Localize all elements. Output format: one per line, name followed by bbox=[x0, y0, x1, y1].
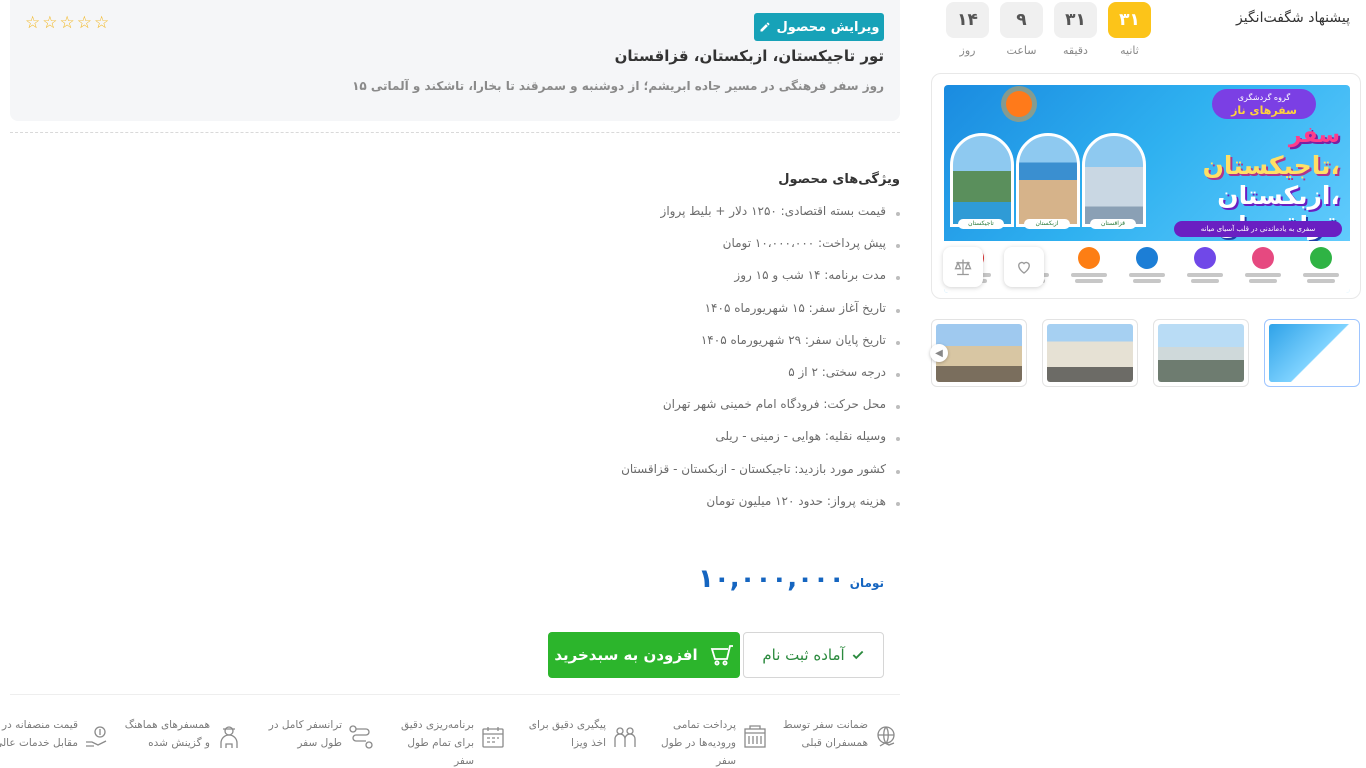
product-gallery: گروه گردشگری سفرهای ناز تاجیکستان ازبکست… bbox=[931, 73, 1361, 299]
feature-item: کشور مورد بازدید: تاجیکستان - ازبکستان -… bbox=[420, 462, 900, 494]
agency-badge: گروه گردشگری سفرهای ناز bbox=[1212, 89, 1316, 119]
service-highlights: ضمانت سفر توسط همسفران قبلی پرداخت تمامی… bbox=[0, 712, 910, 768]
service-text: ضمانت سفر توسط همسفران قبلی bbox=[782, 719, 868, 749]
passport-icon bbox=[614, 727, 636, 747]
banner-feature bbox=[1127, 247, 1167, 283]
banner-line: تاجیکستان، bbox=[1202, 151, 1340, 180]
thumbnail[interactable] bbox=[1153, 319, 1249, 387]
service-text: پیگیری دقیق برای اخذ ویزا bbox=[528, 719, 606, 749]
agency-badge-name: سفرهای ناز bbox=[1231, 104, 1297, 117]
feature-item: مدت برنامه: ۱۴ شب و ۱۵ روز bbox=[420, 268, 900, 300]
wishlist-button[interactable] bbox=[1004, 247, 1044, 287]
countdown-timer: ۱۴ روز ۹ ساعت ۳۱ دقیقه ۳۱ ثانیه bbox=[946, 2, 1151, 57]
thumbnail-strip bbox=[931, 319, 1361, 387]
handshake-globe-icon bbox=[877, 726, 895, 747]
feature-item: وسیله نقلیه: هوایی - زمینی - ریلی bbox=[420, 429, 900, 461]
cart-icon bbox=[710, 645, 733, 666]
feature-item: محل حرکت: فرودگاه امام خمینی شهر تهران bbox=[420, 397, 900, 429]
countdown-seconds-value: ۳۱ bbox=[1108, 2, 1151, 38]
scale-icon bbox=[954, 259, 972, 276]
feature-item: تاریخ آغاز سفر: ۱۵ شهریورماه ۱۴۰۵ bbox=[420, 301, 900, 333]
service-text: همسفرهای هماهنگ و گزینش شده bbox=[124, 719, 210, 749]
banner-line: ازبکستان، bbox=[1217, 181, 1340, 210]
countdown-days-value: ۱۴ bbox=[946, 2, 989, 38]
sun-graphic bbox=[1006, 91, 1032, 117]
countdown-minutes: ۳۱ دقیقه bbox=[1054, 2, 1097, 57]
banner-feature bbox=[1243, 247, 1283, 283]
banner-tag: قزاقستان bbox=[1090, 219, 1136, 229]
price-amount: ۱۰,۰۰۰,۰۰۰ bbox=[697, 564, 845, 594]
service-text: برنامه‌ریزی دقیق برای تمام طول سفر bbox=[400, 719, 474, 767]
heart-icon bbox=[1018, 261, 1030, 274]
feature-item: درجه سختی: ۲ از ۵ bbox=[420, 365, 900, 397]
chevron-left-icon[interactable]: ◀ bbox=[930, 344, 948, 362]
check-icon bbox=[852, 650, 863, 660]
feature-item: پیش پرداخت: ۱۰،۰۰۰،۰۰۰ تومان bbox=[420, 236, 900, 268]
banner-feature bbox=[1069, 247, 1109, 283]
service-item: برنامه‌ریزی دقیق برای تمام طول سفر bbox=[388, 712, 506, 768]
service-item: ضمانت سفر توسط همسفران قبلی bbox=[782, 712, 900, 768]
add-to-cart-button[interactable]: افزودن به سبدخرید bbox=[548, 632, 740, 678]
service-text: ترانسفر کامل در طول سفر bbox=[268, 719, 342, 749]
traveler-icon bbox=[220, 726, 238, 748]
building-icon bbox=[744, 725, 766, 748]
add-to-cart-label: افزودن به سبدخرید bbox=[554, 646, 698, 664]
thumbnail[interactable] bbox=[1042, 319, 1138, 387]
ready-register-button[interactable]: آماده ثبت نام bbox=[743, 632, 884, 678]
countdown-seconds-label: ثانیه bbox=[1120, 44, 1139, 57]
divider bbox=[10, 694, 900, 695]
edit-product-button[interactable]: ویرایش محصول bbox=[754, 13, 884, 41]
compare-button[interactable] bbox=[943, 247, 983, 287]
countdown-hours-label: ساعت bbox=[1006, 44, 1037, 57]
landscape-photo bbox=[950, 133, 1014, 227]
banner-ribbon: سفری به یادماندنی در قلب آسیای میانه bbox=[1174, 221, 1342, 237]
countdown-seconds: ۳۱ ثانیه bbox=[1108, 2, 1151, 57]
countdown-hours: ۹ ساعت bbox=[1000, 2, 1043, 57]
countdown-minutes-value: ۳۱ bbox=[1054, 2, 1097, 38]
banner-line: سفر bbox=[1288, 123, 1340, 148]
countdown-hours-value: ۹ bbox=[1000, 2, 1043, 38]
service-text: پرداخت تمامی ورودیه‌ها در طول سفر bbox=[660, 719, 736, 767]
service-item: قیمت منصفانه در مقابل خدمات عالی bbox=[0, 712, 110, 768]
price-hand-icon bbox=[86, 726, 107, 747]
product-price: تومان ۱۰,۰۰۰,۰۰۰ bbox=[600, 564, 884, 594]
banner-tag: ازبکستان bbox=[1024, 219, 1070, 229]
service-item: پیگیری دقیق برای اخذ ویزا bbox=[520, 712, 638, 768]
tower-photo bbox=[1082, 133, 1146, 227]
banner-tag: تاجیکستان bbox=[958, 219, 1004, 229]
countdown-days-label: روز bbox=[959, 44, 976, 57]
feature-item: قیمت بسته اقتصادی: ۱۲۵۰ دلار + بلیط پروا… bbox=[420, 204, 900, 236]
thumbnail-active[interactable] bbox=[1264, 319, 1360, 387]
features-title: ویژگی‌های محصول bbox=[778, 172, 900, 187]
feature-item: تاریخ پایان سفر: ۲۹ شهریورماه ۱۴۰۵ bbox=[420, 333, 900, 365]
service-item: پرداخت تمامی ورودیه‌ها در طول سفر bbox=[650, 712, 768, 768]
countdown-days: ۱۴ روز bbox=[946, 2, 989, 57]
agency-badge-small: گروه گردشگری bbox=[1237, 93, 1291, 102]
service-item: همسفرهای هماهنگ و گزینش شده bbox=[124, 712, 242, 768]
price-currency: تومان bbox=[849, 576, 884, 590]
product-subtitle: ۱۵ روز سفر فرهنگی در مسیر جاده ابریشم؛ ا… bbox=[352, 79, 884, 93]
ready-register-label: آماده ثبت نام bbox=[762, 646, 845, 664]
service-item: ترانسفر کامل در طول سفر bbox=[256, 712, 374, 768]
edit-product-label: ویرایش محصول bbox=[776, 19, 880, 35]
special-offer-title: پیشنهاد شگفت‌انگیز bbox=[1236, 10, 1350, 26]
banner-feature bbox=[1185, 247, 1225, 283]
divider bbox=[10, 132, 900, 133]
calendar-icon bbox=[482, 727, 504, 748]
product-title: تور تاجیکستان، ازبکستان، قزاقستان bbox=[614, 47, 884, 65]
countdown-minutes-label: دقیقه bbox=[1063, 44, 1088, 57]
banner-feature bbox=[1301, 247, 1341, 283]
service-text: قیمت منصفانه در مقابل خدمات عالی bbox=[0, 719, 78, 749]
features-list: قیمت بسته اقتصادی: ۱۲۵۰ دلار + بلیط پروا… bbox=[420, 204, 900, 526]
feature-item: هزینه پرواز: حدود ۱۲۰ میلیون تومان bbox=[420, 494, 900, 526]
route-icon bbox=[349, 725, 373, 749]
pencil-icon bbox=[760, 22, 770, 32]
mosque-photo bbox=[1016, 133, 1080, 227]
rating-stars[interactable]: ☆☆☆☆☆ bbox=[25, 13, 111, 33]
